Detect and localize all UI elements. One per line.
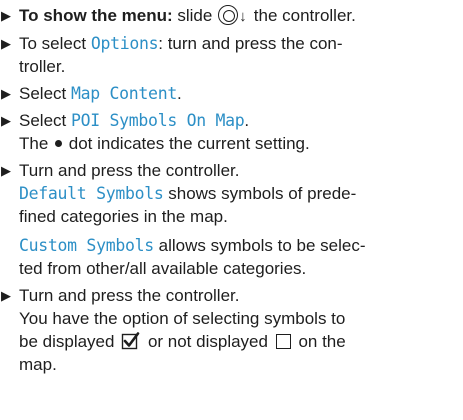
instruction-step: ▶ Turn and press the controller. Default… [0,159,463,280]
step-text-fragment: . [244,111,250,130]
instruction-step: ▶ To show the menu: slide ↓ the controll… [0,4,463,28]
menu-term-options: Options [90,34,159,53]
step-heading: To show the menu: [19,6,173,25]
step-text-fragment: allows symbols to be selec- [158,236,366,255]
step-text-fragment: slide [177,6,213,25]
step-text-fragment: ted from other/all available categories. [19,259,307,278]
bullet-icon: ▶ [1,86,11,101]
step-text: Turn and press the controller. Default S… [19,159,463,280]
menu-term-poi-symbols: POI Symbols On Map [70,111,245,130]
step-text-fragment: dot indicates the current setting. [68,134,310,153]
step-text-fragment: on the [298,332,346,351]
step-text-fragment: troller. [19,57,66,76]
menu-term-map-content: Map Content [70,84,177,103]
step-text-fragment: shows symbols of prede- [168,184,357,203]
step-text-fragment: : turn and press the con- [158,34,343,53]
step-text-fragment: . [176,84,182,103]
dot-icon [55,140,63,147]
instruction-step: ▶ Select POI Symbols On Map. The dot ind… [0,109,463,155]
controller-icon [218,5,239,25]
step-text-fragment: map. [19,355,57,374]
down-arrow-icon: ↓ [239,8,247,25]
step-text: To select Options: turn and press the co… [19,32,463,78]
step-text-fragment: be displayed [19,332,115,351]
step-text: Select POI Symbols On Map. The dot indic… [19,109,463,155]
bullet-icon: ▶ [1,8,11,23]
step-text: To show the menu: slide ↓ the controller… [19,4,463,28]
step-text-fragment: the controller. [253,6,356,25]
option-default-symbols: Default Symbols [19,184,164,203]
step-text: Turn and press the controller. You have … [19,284,463,376]
instruction-steps: ▶ To show the menu: slide ↓ the controll… [0,4,463,380]
step-text-fragment: You have the option of selecting symbols… [19,309,346,328]
step-text-fragment: The [19,134,49,153]
step-text-fragment: Turn and press the controller. [19,286,240,305]
checkbox-checked-icon [122,332,140,350]
step-text-fragment: or not displayed [147,332,268,351]
checkbox-empty-icon [275,334,291,349]
step-text-fragment: fined categories in the map. [19,207,228,226]
bullet-icon: ▶ [1,288,11,303]
bullet-icon: ▶ [1,36,11,51]
step-text-fragment: To select [19,34,87,53]
option-custom-symbols: Custom Symbols [19,236,154,255]
instruction-step: ▶ Select Map Content. [0,82,463,105]
step-text-fragment: Select [19,84,67,103]
instruction-step: ▶ To select Options: turn and press the … [0,32,463,78]
bullet-icon: ▶ [1,163,11,178]
instruction-step: ▶ Turn and press the controller. You hav… [0,284,463,376]
step-text: Select Map Content. [19,82,463,105]
step-text-fragment: Select [19,111,67,130]
bullet-icon: ▶ [1,113,11,128]
step-text-fragment: Turn and press the controller. [19,161,240,180]
